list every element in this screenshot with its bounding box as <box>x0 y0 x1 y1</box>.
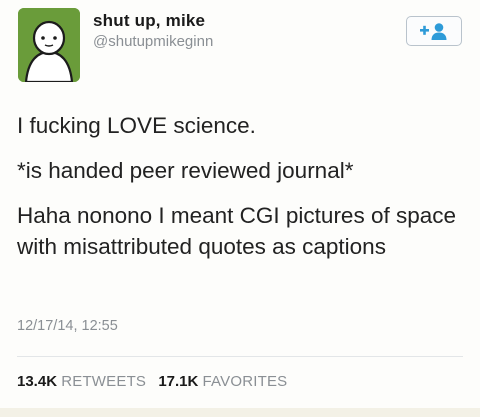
tweet-text: I fucking LOVE science. *is handed peer … <box>17 110 467 276</box>
display-name[interactable]: shut up, mike <box>93 11 205 31</box>
tweet-card: shut up, mike @shutupmikeginn I fucking … <box>0 0 480 417</box>
favorites-count[interactable]: 17.1K <box>158 373 198 390</box>
tweet-line: I fucking LOVE science. <box>17 113 256 138</box>
follow-button[interactable] <box>406 16 462 46</box>
add-user-icon <box>420 23 447 40</box>
tweet-line: Haha nonono I meant CGI pictures of spac… <box>17 203 457 259</box>
retweets-count[interactable]: 13.4K <box>17 373 57 390</box>
avatar[interactable] <box>18 8 80 82</box>
divider <box>17 356 463 357</box>
bottom-edge <box>0 408 480 417</box>
retweets-label[interactable]: RETWEETS <box>61 373 146 390</box>
tweet-line: *is handed peer reviewed journal* <box>17 158 354 183</box>
favorites-label[interactable]: FAVORITES <box>203 373 288 390</box>
username-handle[interactable]: @shutupmikeginn <box>93 33 213 50</box>
simple-figure-avatar-icon <box>18 8 80 82</box>
tweet-stats: 13.4K RETWEETS 17.1K FAVORITES <box>17 373 295 390</box>
timestamp[interactable]: 12/17/14, 12:55 <box>17 318 118 334</box>
